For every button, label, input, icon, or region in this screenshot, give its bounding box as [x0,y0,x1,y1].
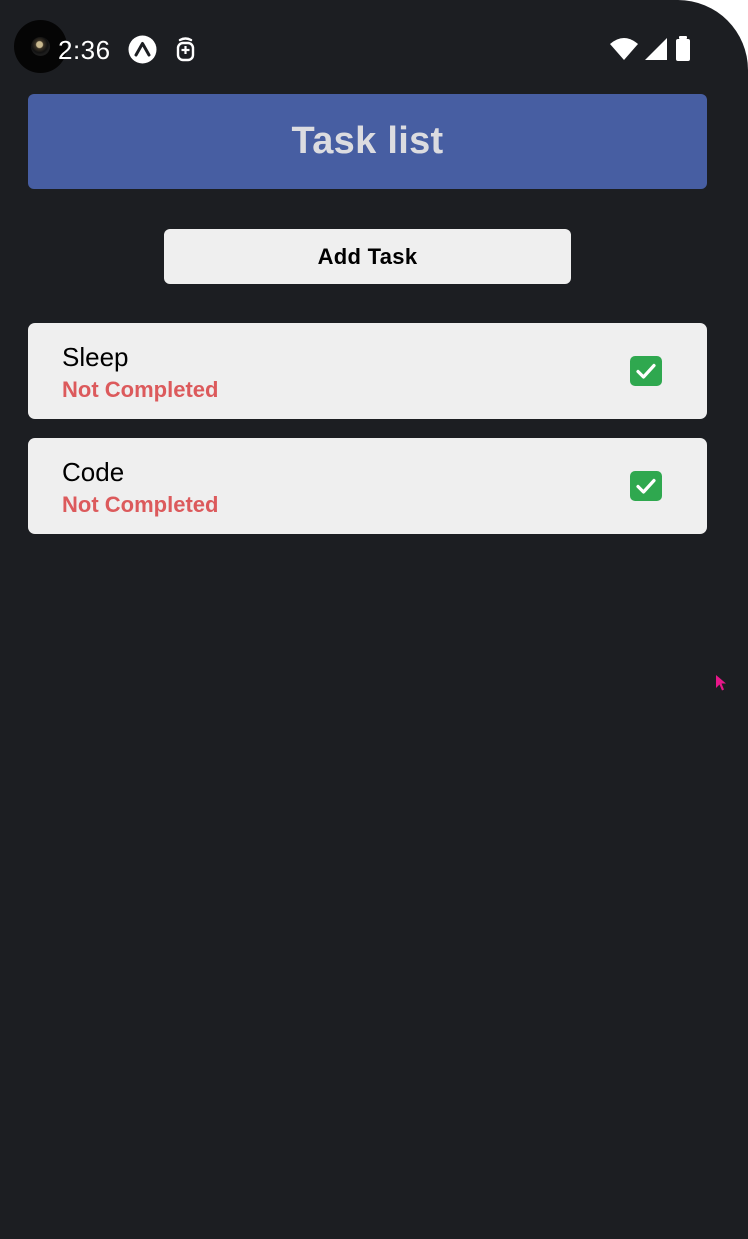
task-name: Code [62,457,125,487]
task-status: Not Completed [62,492,219,517]
page-header: Task list [28,94,707,189]
mouse-pointer-icon [716,675,726,691]
battery-icon [676,36,690,61]
status-indicators [609,36,693,62]
status-time: 2:36 [58,35,111,65]
expo-icon [128,35,157,64]
add-task-button[interactable]: Add Task [164,229,571,284]
add-task-button-label: Add Task [317,243,418,269]
app-notification-icon [176,37,195,62]
check-mark-button-icon [636,363,656,379]
wifi-icon [610,38,638,60]
app-screen: 2:36 Task list Add Task Sleep Not Comple… [0,0,748,1239]
task-item[interactable]: Code Not Completed [28,438,707,534]
check-mark-button-icon [636,478,656,494]
camera-lens-icon [31,37,50,56]
task-item[interactable]: Sleep Not Completed [28,323,707,419]
page-title: Task list [291,120,444,162]
complete-task-button[interactable] [630,356,662,386]
complete-task-button[interactable] [630,471,662,501]
task-name: Sleep [62,342,129,372]
task-status: Not Completed [62,377,219,402]
signal-icon [645,38,667,60]
